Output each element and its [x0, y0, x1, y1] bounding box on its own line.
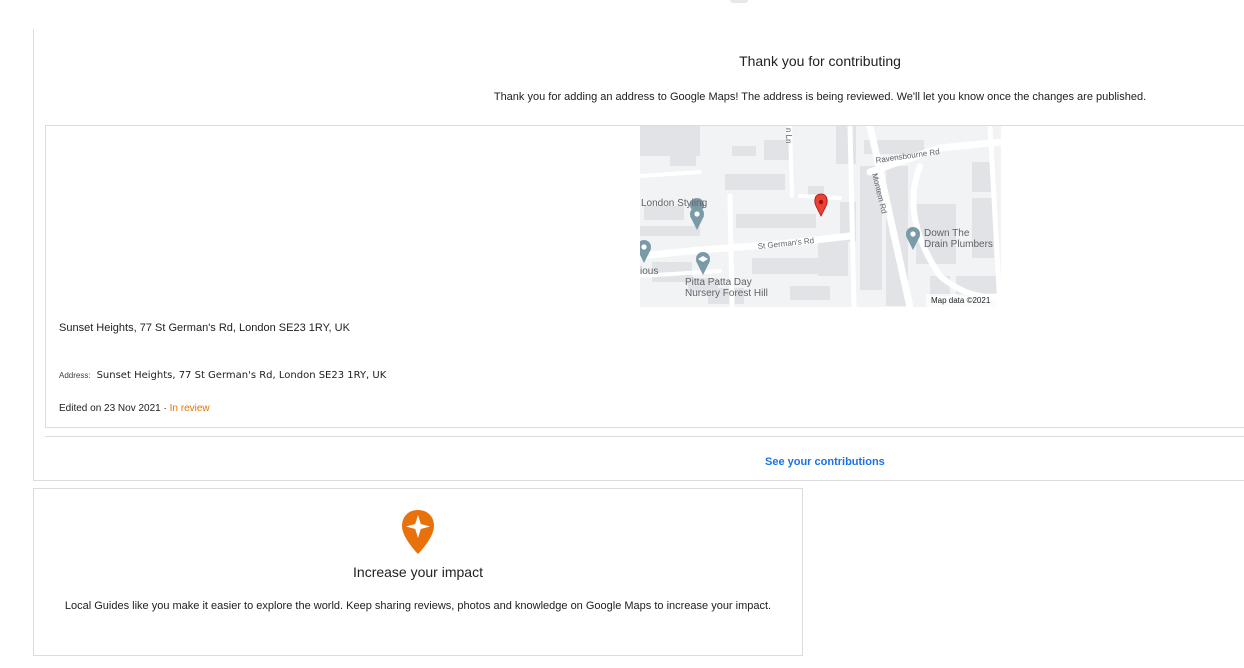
place-card: Ravensbourne Rd Montem Rd St German's Rd…: [45, 125, 1244, 428]
impact-title: Increase your impact: [353, 564, 483, 580]
thanks-title: Thank you for contributing: [739, 53, 901, 69]
map-attribution: Map data ©2021: [931, 296, 991, 305]
map-poi-label: Down The: [924, 228, 970, 239]
impact-message: Local Guides like you make it easier to …: [64, 600, 772, 612]
place-name: Sunset Heights, 77 St German's Rd, Londo…: [59, 322, 350, 334]
impact-card: Increase your impact Local Guides like y…: [33, 488, 803, 656]
section-divider: [45, 436, 1244, 437]
address-value: Sunset Heights, 77 St German's Rd, Londo…: [96, 370, 387, 381]
address-label: Address:: [59, 371, 91, 380]
address-row: Address: Sunset Heights, 77 St German's R…: [59, 370, 386, 381]
thanks-message: Thank you for adding an address to Googl…: [493, 91, 1147, 103]
local-guides-icon: [402, 510, 434, 554]
map-poi-label: Drain Plumbers: [924, 239, 993, 250]
map-road-label: n Ln: [784, 128, 793, 144]
map-preview[interactable]: Ravensbourne Rd Montem Rd St German's Rd…: [640, 126, 1001, 307]
map-poi-label: Nursery Forest Hill: [685, 288, 768, 299]
map-poi-label: ious: [640, 266, 658, 277]
status-badge: In review: [169, 403, 210, 414]
edit-status-row: Edited on 23 Nov 2021 · In review: [59, 403, 210, 414]
map-svg: Ravensbourne Rd Montem Rd St German's Rd…: [640, 126, 1001, 307]
edited-date: Edited on 23 Nov 2021 ·: [59, 403, 170, 414]
map-poi-label: London Styling: [641, 198, 707, 209]
map-poi-label: Pitta Patta Day: [685, 277, 752, 288]
see-contributions-link[interactable]: See your contributions: [765, 456, 885, 468]
top-edge-tab: [730, 0, 748, 3]
